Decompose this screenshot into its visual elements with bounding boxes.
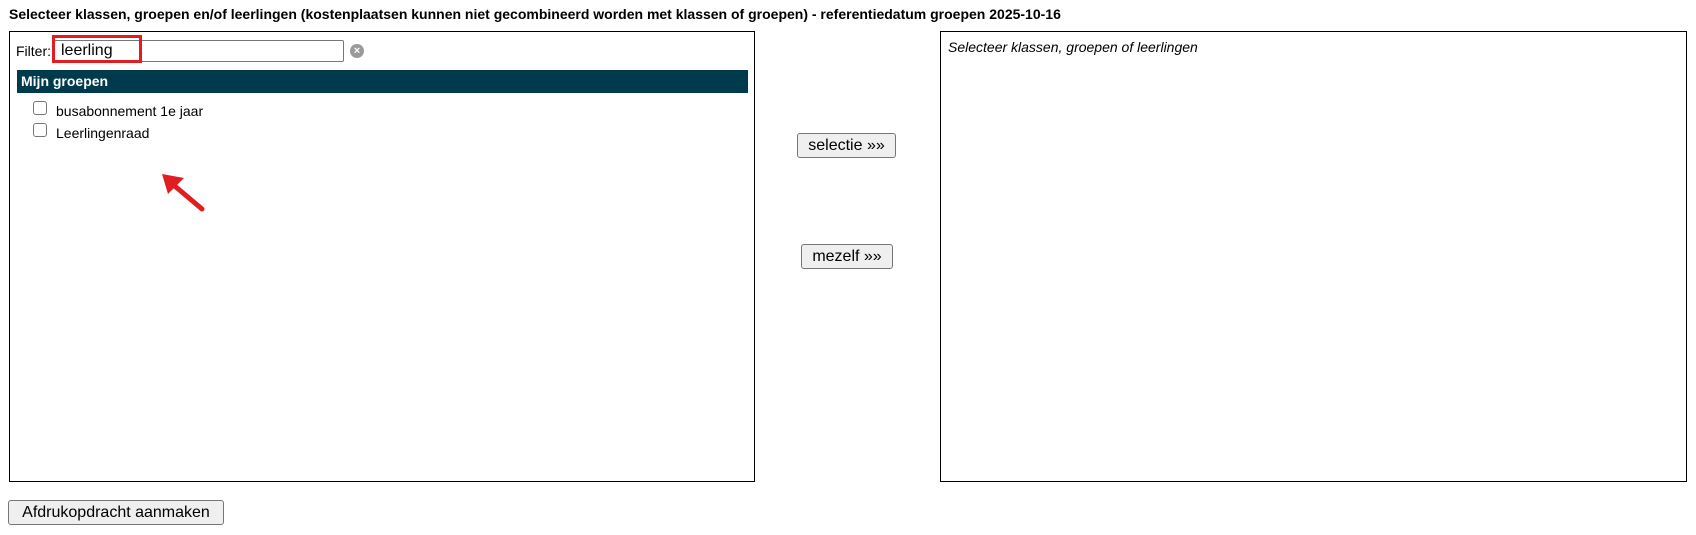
clear-filter-icon[interactable]: ×: [350, 44, 364, 58]
print-job-button[interactable]: Afdrukopdracht aanmaken: [8, 500, 224, 525]
mezelf-button[interactable]: mezelf »»: [801, 244, 893, 269]
group-checkbox[interactable]: [33, 101, 47, 115]
filter-input[interactable]: [54, 40, 344, 62]
selection-panel: Selecteer klassen, groepen of leerlingen: [940, 31, 1687, 482]
group-label: busabonnement 1e jaar: [56, 103, 204, 119]
filter-row: Filter: ×: [16, 39, 364, 63]
filter-label: Filter:: [16, 43, 51, 59]
group-label: Leerlingenraad: [56, 125, 150, 141]
list-item[interactable]: Leerlingenraad: [33, 122, 203, 144]
annotation-arrow-icon: [162, 174, 205, 212]
group-checkbox[interactable]: [33, 123, 47, 137]
selectie-button[interactable]: selectie »»: [797, 133, 896, 158]
page-title: Selecteer klassen, groepen en/of leerlin…: [9, 6, 1061, 22]
group-list: busabonnement 1e jaar Leerlingenraad: [33, 100, 203, 144]
available-list-panel: Filter: × Mijn groepen busabonnement 1e …: [9, 31, 755, 482]
group-header: Mijn groepen: [17, 70, 748, 93]
list-item[interactable]: busabonnement 1e jaar: [33, 100, 203, 122]
selection-placeholder: Selecteer klassen, groepen of leerlingen: [948, 39, 1198, 55]
